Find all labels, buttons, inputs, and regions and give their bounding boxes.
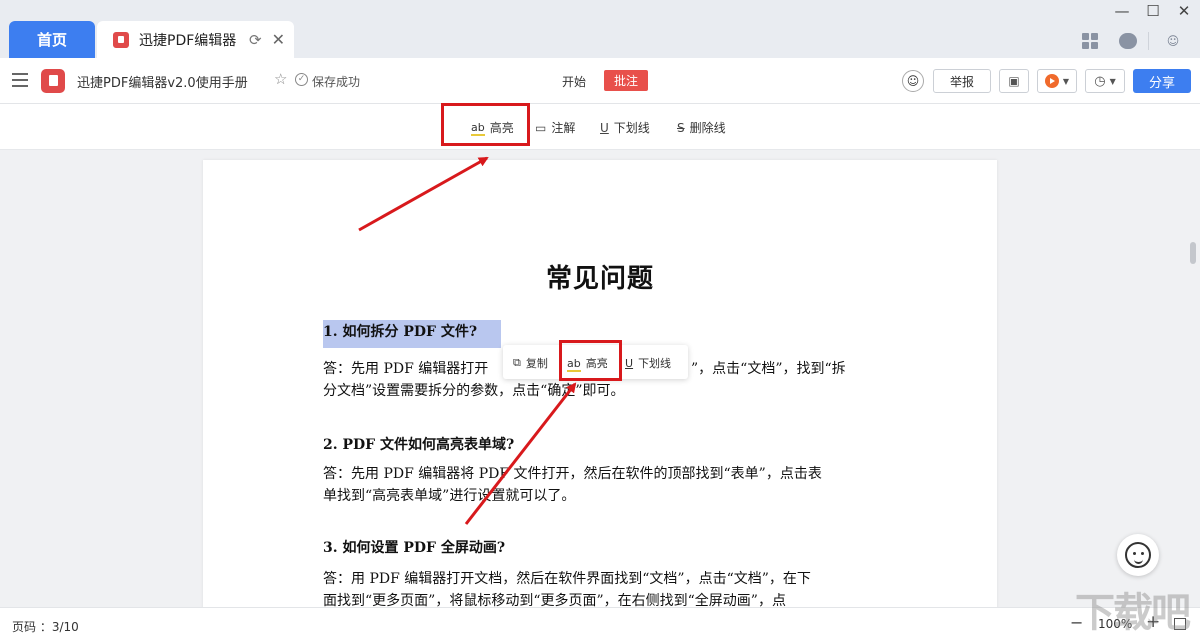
comment-tool-label: 注解: [551, 121, 576, 135]
record-button[interactable]: ▼: [1037, 69, 1077, 93]
check-circle-icon: ✓: [295, 73, 308, 86]
underline-icon: U: [625, 356, 634, 370]
minimize-icon[interactable]: —: [1110, 2, 1134, 20]
apps-grid-icon[interactable]: [1079, 30, 1101, 52]
refresh-icon[interactable]: ⟳: [249, 31, 262, 49]
pdf-page[interactable]: 常见问题 1. 如何拆分 PDF 文件? 答：先用 PDF 编辑器打开 ”，点击…: [203, 160, 997, 607]
window-close-icon[interactable]: ✕: [1172, 2, 1196, 20]
report-button[interactable]: 举报: [933, 69, 991, 93]
star-icon[interactable]: ☆: [274, 70, 287, 88]
main-toolbar: 迅捷PDF编辑器v2.0使用手册 ☆ ✓ 保存成功 开始 批注 ☺ 举报 ▣ ▼…: [0, 58, 1200, 104]
menu-start[interactable]: 开始: [562, 73, 586, 90]
callout-box-toolbar-highlight: [441, 103, 530, 146]
record-icon: [1044, 74, 1059, 88]
underline-tool-label: 下划线: [613, 121, 650, 135]
status-bar: 页码 ：3/10 − 100% +: [0, 607, 1200, 640]
answer-1-line-2[interactable]: 分文档”设置需要拆分的参数，点击“确定”即可。: [323, 380, 624, 402]
answer-3-line-2[interactable]: 面找到“更多页面”，将鼠标移动到“更多页面”，在右侧找到“全屏动画”，点: [323, 590, 786, 607]
strikethrough-tool-label: 删除线: [689, 121, 726, 135]
message-icon[interactable]: [1117, 30, 1139, 52]
close-icon[interactable]: ✕: [272, 30, 285, 49]
answer-2-line-2[interactable]: 单找到“高亮表单域”进行设置就可以了。: [323, 485, 575, 507]
page-heading: 常见问题: [545, 264, 654, 294]
history-button[interactable]: ◷ ▼: [1085, 69, 1125, 93]
popup-copy-button[interactable]: ⧉ 复制: [513, 355, 548, 371]
annotation-toolbar: ab 高亮 ▭ 注解 U 下划线 S 删除线: [0, 104, 1200, 150]
answer-2-line-1[interactable]: 答：先用 PDF 编辑器将 PDF 文件打开，然后在软件的顶部找到“表单”，点击…: [323, 463, 822, 485]
answer-1-line-1[interactable]: 答：先用 PDF 编辑器打开: [323, 358, 488, 380]
popup-copy-label: 复制: [525, 357, 548, 370]
clock-icon: ◷: [1094, 73, 1106, 89]
assistant-avatar-icon[interactable]: ☺: [902, 70, 924, 92]
callout-box-popup-highlight: [559, 340, 622, 381]
answer-3-line-1[interactable]: 答：用 PDF 编辑器打开文档，然后在软件界面找到“文档”，点击“文档”，在下: [323, 568, 811, 590]
popup-underline-label: 下划线: [638, 357, 672, 370]
answer-1-line-1-end[interactable]: ”，点击“文档”，找到“拆: [691, 358, 846, 380]
tab-home[interactable]: 首页: [9, 21, 95, 58]
hamburger-menu-icon[interactable]: [12, 73, 28, 87]
popup-underline-button[interactable]: U 下划线: [625, 355, 671, 371]
chevron-down-icon: ▼: [1062, 76, 1070, 86]
tab-document-label: 迅捷PDF编辑器: [139, 32, 237, 49]
maximize-icon[interactable]: ☐: [1141, 2, 1165, 20]
pdf-app-icon: [113, 31, 129, 48]
underline-tool[interactable]: U 下划线: [600, 119, 650, 136]
strikethrough-icon: S: [677, 120, 685, 135]
title-bar: 首页 迅捷PDF编辑器 ⟳ ✕ — ☐ ✕ ☺: [0, 0, 1200, 58]
assistant-face-icon: [1125, 542, 1151, 568]
menu-annotate[interactable]: 批注: [604, 70, 648, 91]
user-avatar-icon[interactable]: ☺: [1162, 30, 1184, 52]
underline-icon: U: [600, 120, 609, 135]
video-icon[interactable]: ▣: [999, 69, 1029, 93]
vertical-scrollbar-thumb[interactable]: [1190, 242, 1196, 264]
comment-icon: ▭: [535, 120, 547, 135]
chevron-down-icon: ▼: [1109, 76, 1116, 86]
save-status: 保存成功: [312, 75, 361, 89]
divider: [1148, 32, 1149, 50]
strikethrough-tool[interactable]: S 删除线: [677, 119, 726, 136]
assistant-button[interactable]: [1117, 534, 1159, 576]
question-1[interactable]: 1. 如何拆分 PDF 文件?: [323, 321, 477, 341]
watermark: 下载吧: [1075, 590, 1191, 636]
share-button[interactable]: 分享: [1133, 69, 1191, 93]
app-logo: [41, 69, 65, 93]
document-name: 迅捷PDF编辑器v2.0使用手册: [77, 76, 248, 91]
tab-document[interactable]: 迅捷PDF编辑器 ⟳ ✕: [97, 21, 294, 58]
comment-tool[interactable]: ▭ 注解: [535, 119, 575, 136]
page-indicator: 页码 ：3/10: [12, 620, 79, 634]
question-3[interactable]: 3. 如何设置 PDF 全屏动画?: [323, 537, 505, 557]
copy-icon: ⧉: [513, 356, 521, 369]
question-2[interactable]: 2. PDF 文件如何高亮表单域?: [323, 434, 514, 454]
